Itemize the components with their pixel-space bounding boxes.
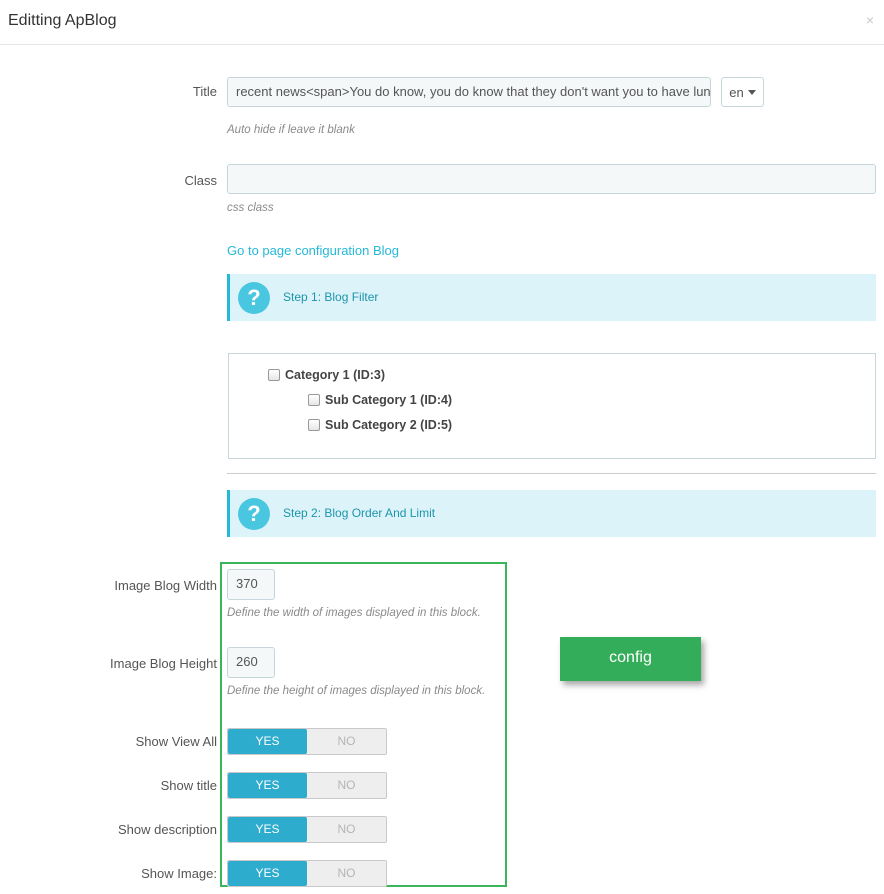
category-checkbox[interactable] [268, 369, 280, 381]
subcategory-item[interactable]: Sub Category 1 (ID:4) [308, 393, 452, 407]
class-help: css class [227, 202, 274, 214]
image-height-label: Image Blog Height [110, 656, 217, 671]
image-width-input[interactable]: 370 [227, 569, 275, 600]
yes-option[interactable]: YES [228, 729, 307, 754]
class-label: Class [184, 173, 217, 188]
yes-option[interactable]: YES [228, 817, 307, 842]
step1-text: Step 1: Blog Filter [283, 290, 379, 304]
image-height-help: Define the height of images displayed in… [227, 685, 486, 697]
image-width-label: Image Blog Width [114, 578, 217, 593]
step2-alert: ? Step 2: Blog Order And Limit [227, 490, 876, 537]
question-icon: ? [238, 282, 270, 314]
language-dropdown[interactable]: en [721, 77, 764, 107]
subcategory-label: Sub Category 2 (ID:5) [325, 418, 453, 432]
category-tree: Category 1 (ID:3) Sub Category 1 (ID:4) … [228, 353, 876, 459]
config-button[interactable]: config [560, 637, 701, 681]
subcategory-label: Sub Category 1 (ID:4) [325, 393, 453, 407]
yes-option[interactable]: YES [228, 861, 307, 886]
caret-down-icon [747, 89, 756, 95]
language-label: en [729, 84, 744, 100]
yes-option[interactable]: YES [228, 773, 307, 798]
blog-config-link[interactable]: Go to page configuration Blog [227, 243, 399, 258]
show-title-switch[interactable]: YES NO [227, 772, 387, 799]
step2-text: Step 2: Blog Order And Limit [283, 506, 436, 520]
title-input[interactable]: recent news<span>You do know, you do kno… [227, 77, 711, 107]
close-icon[interactable]: × [866, 12, 874, 28]
show-view-all-label: Show View All [135, 734, 217, 749]
no-option[interactable]: NO [307, 817, 386, 842]
show-view-all-switch[interactable]: YES NO [227, 728, 387, 755]
show-description-label: Show description [118, 822, 217, 837]
modal-header: Editting ApBlog × [0, 0, 884, 45]
show-image-switch[interactable]: YES NO [227, 860, 387, 887]
divider [227, 473, 876, 474]
category-label: Category 1 (ID:3) [285, 368, 386, 382]
subcategory-item[interactable]: Sub Category 2 (ID:5) [308, 418, 452, 432]
category-item[interactable]: Category 1 (ID:3) [268, 368, 385, 382]
modal-title: Editting ApBlog [8, 12, 117, 29]
no-option[interactable]: NO [307, 729, 386, 754]
show-description-switch[interactable]: YES NO [227, 816, 387, 843]
no-option[interactable]: NO [307, 861, 386, 886]
question-icon: ? [238, 498, 270, 530]
title-label: Title [192, 84, 217, 99]
image-height-input[interactable]: 260 [227, 647, 275, 678]
step1-alert: ? Step 1: Blog Filter [227, 274, 876, 321]
class-input[interactable] [227, 164, 876, 194]
no-option[interactable]: NO [307, 773, 386, 798]
show-title-label: Show title [160, 778, 217, 793]
title-help: Auto hide if leave it blank [227, 124, 355, 136]
subcategory-checkbox[interactable] [308, 394, 320, 406]
show-image-label: Show Image: [141, 866, 217, 881]
image-width-help: Define the width of images displayed in … [227, 607, 481, 619]
subcategory-checkbox[interactable] [308, 419, 320, 431]
